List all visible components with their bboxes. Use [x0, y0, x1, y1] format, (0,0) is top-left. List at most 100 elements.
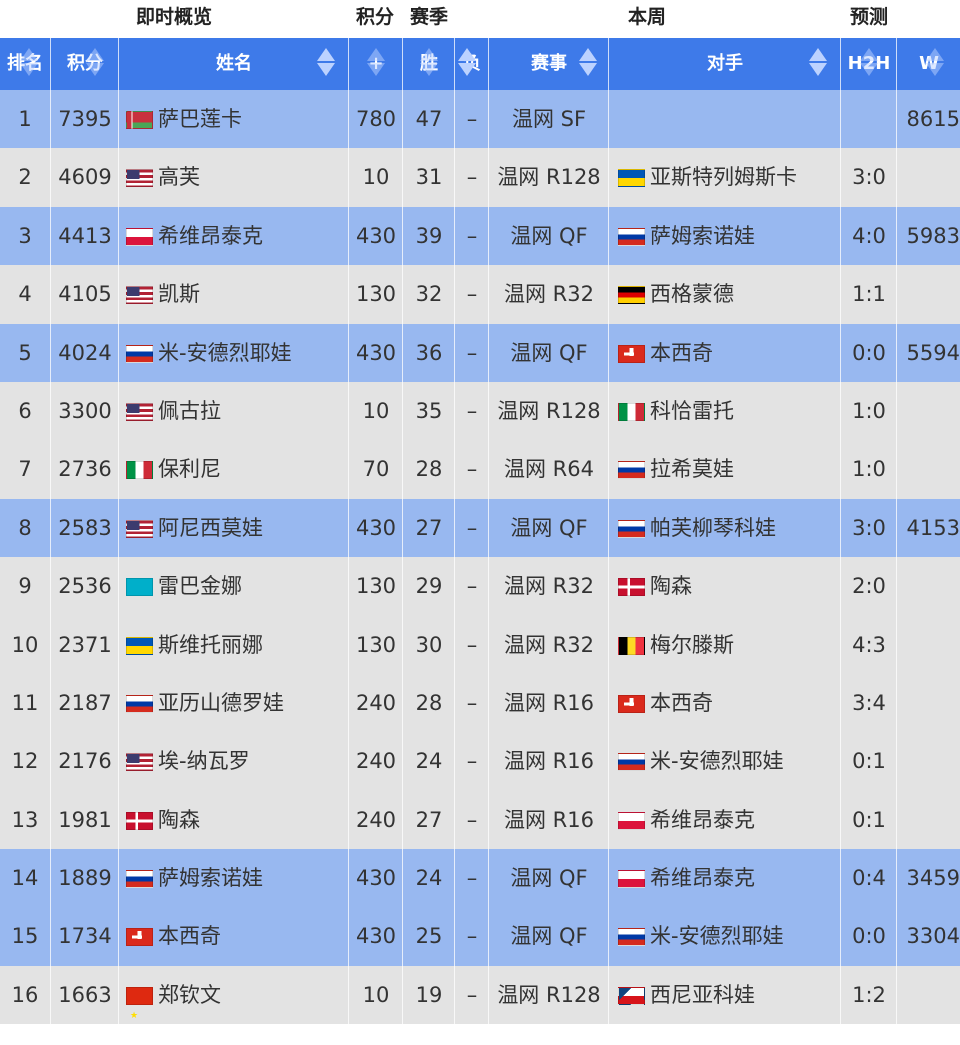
win-sort-icon[interactable]: [420, 46, 438, 82]
w-cell-text: 4153: [906, 515, 960, 540]
table-row[interactable]: 4 4105 凯斯 130 32– 温网 R32 西格蒙德 1:1: [0, 265, 960, 324]
table-row[interactable]: 7 2736 保利尼 70 28– 温网 R64 拉希莫娃 1:0: [0, 440, 960, 499]
player-name-cell: 雷巴金娜: [126, 557, 348, 615]
w-cell-text: 3304: [906, 924, 960, 949]
table-row[interactable]: 3 4413 希维昂泰克 430 39– 温网 QF 萨姆索诺娃 4:0 5983: [0, 206, 960, 266]
event-cell-text: 温网 R128: [497, 165, 601, 190]
w-cell: 5983: [898, 207, 960, 265]
by-flag-icon: [126, 111, 153, 129]
event-cell-text: 温网 R128: [497, 398, 601, 423]
event-cell-text: 温网 QF: [510, 924, 588, 949]
event-cell: 温网 R16: [490, 674, 608, 732]
be-flag-icon: [618, 636, 645, 655]
h2h-cell-text: 3:0: [852, 515, 886, 540]
table-row[interactable]: 2 4609 高芙 10 31– 温网 R128 亚斯特列姆斯卡 3:0: [0, 148, 960, 207]
losses-cell-text: –: [466, 457, 478, 482]
column-divider: [118, 38, 119, 1026]
opponent-cell-text: 科恰雷托: [650, 398, 734, 423]
wins-cell: 28: [404, 674, 454, 732]
player-name-cell-text: 陶森: [158, 807, 200, 832]
losses-cell: –: [456, 90, 488, 148]
player-name-cell: 萨巴莲卡: [126, 90, 348, 148]
ua-flag-icon: [126, 636, 153, 655]
rank-cell-text: 5: [18, 340, 32, 365]
opponent-cell: 梅尔滕斯: [618, 616, 840, 674]
ru-flag-icon: [126, 870, 153, 889]
name-column-header[interactable]: 姓名: [120, 38, 348, 90]
table-row[interactable]: 13 1981 陶森 240 27– 温网 R16 希维昂泰克 0:1: [0, 790, 960, 850]
ru-flag-icon: [618, 519, 645, 538]
name-sort-icon[interactable]: [317, 46, 335, 82]
h2h-cell: 0:0: [842, 324, 896, 382]
rank-cell: 7: [0, 440, 50, 498]
opponent-sort-icon[interactable]: [809, 46, 827, 82]
plus-points-cell: 430: [350, 907, 402, 965]
w-cell: 8615: [898, 90, 960, 148]
w-sort-icon[interactable]: [926, 46, 944, 82]
points-cell: 1663: [52, 966, 118, 1024]
table-row[interactable]: 12 2176 埃-纳瓦罗 240 24– 温网 R16 米-安德烈耶娃 0:1: [0, 732, 960, 791]
event-sort-icon[interactable]: [579, 46, 597, 82]
h2h-cell: 0:0: [842, 907, 896, 965]
table-row[interactable]: 9 2536 雷巴金娜 130 29– 温网 R32 陶森 2:0: [0, 557, 960, 616]
loss-sort-icon[interactable]: [458, 46, 476, 82]
column-divider: [50, 38, 51, 1026]
event-cell: 温网 R32: [490, 265, 608, 323]
table-row[interactable]: 16 1663 郑钦文 10 19–温网 R128 西尼亚科娃 1:2: [0, 965, 960, 1045]
plus-points-cell: 10: [350, 966, 402, 1024]
wins-cell: 25: [404, 907, 454, 965]
losses-cell-text: –: [466, 807, 478, 832]
ch-flag-icon: [126, 928, 153, 947]
opponent-cell: 帕芙柳琴科娃: [618, 499, 840, 557]
opponent-cell-text: 拉希莫娃: [650, 457, 734, 482]
wins-cell-text: 32: [415, 282, 443, 307]
plus-sort-icon[interactable]: [367, 46, 385, 82]
wins-cell: 35: [404, 382, 454, 440]
table-row[interactable]: 10 2371 斯维托丽娜 130 30– 温网 R32 梅尔滕斯 4:3: [0, 615, 960, 674]
opponent-cell-text: 亚斯特列姆斯卡: [650, 165, 797, 190]
opponent-cell: 萨姆索诺娃: [618, 207, 840, 265]
losses-cell: –: [456, 557, 488, 615]
opponent-column-header[interactable]: 对手: [610, 38, 840, 90]
table-row[interactable]: 6 3300 佩古拉 10 35– 温网 R128 科恰雷托 1:0: [0, 381, 960, 441]
plus-points-cell: 240: [350, 791, 402, 849]
h2h-cell-text: 0:1: [852, 749, 886, 774]
plus-points-cell-text: 240: [355, 690, 397, 715]
points-cell-text: 1889: [58, 866, 112, 891]
losses-cell-text: –: [466, 924, 478, 949]
h2h-cell-text: 0:1: [852, 807, 886, 832]
wins-cell: 36: [404, 324, 454, 382]
h2h-cell: 4:0: [842, 207, 896, 265]
table-row[interactable]: 14 1889 萨姆索诺娃 430 24– 温网 QF 希维昂泰克 0:4 3459: [0, 849, 960, 908]
w-cell: [898, 440, 960, 498]
table-row[interactable]: 15 1734 本西奇 430 25– 温网 QF 米-安德烈耶娃 0:0 3304: [0, 907, 960, 966]
points-cell-text: 1981: [58, 807, 112, 832]
w-cell-text: 5594: [906, 340, 960, 365]
table-row[interactable]: 8 2583 阿尼西莫娃 430 27– 温网 QF 帕芙柳琴科娃 3:0 4153: [0, 498, 960, 558]
opponent-cell-text: 希维昂泰克: [650, 807, 755, 832]
event-cell: 温网 QF: [490, 849, 608, 907]
points-sort-icon[interactable]: [86, 46, 104, 82]
losses-cell: –: [456, 265, 488, 323]
table-row[interactable]: 5 4024 米-安德烈耶娃 430 36– 温网 QF 本西奇 0:0 5594: [0, 323, 960, 382]
predict-group-header: 预测: [850, 6, 889, 28]
plus-points-cell-text: 780: [355, 107, 397, 131]
losses-cell-text: –: [466, 107, 478, 131]
rank-cell-text: 16: [11, 982, 39, 1007]
season-group-header: 赛季: [410, 6, 449, 28]
column-divider: [840, 38, 841, 1026]
points-column-header[interactable]: 积分: [52, 38, 118, 90]
table-row[interactable]: 11 2187 亚历山德罗娃 240 28– 温网 R16 本西奇 3:4: [0, 673, 960, 733]
rank-sort-icon[interactable]: [20, 46, 38, 82]
rank-cell: 13: [0, 791, 50, 849]
wins-cell-text: 29: [415, 574, 443, 599]
h2h-cell: 1:1: [842, 265, 896, 323]
w-cell: [898, 966, 960, 1024]
h2h-sort-icon[interactable]: [860, 46, 878, 82]
table-row[interactable]: 1 7395 萨巴莲卡 780 47– 温网 SF 8615: [0, 90, 960, 149]
rank-cell-text: 14: [11, 866, 39, 891]
event-cell: 温网 R128: [490, 382, 608, 440]
opponent-cell-text: 西格蒙德: [650, 282, 734, 307]
event-cell-text: 温网 R16: [504, 749, 594, 774]
h2h-cell: 1:0: [842, 382, 896, 440]
